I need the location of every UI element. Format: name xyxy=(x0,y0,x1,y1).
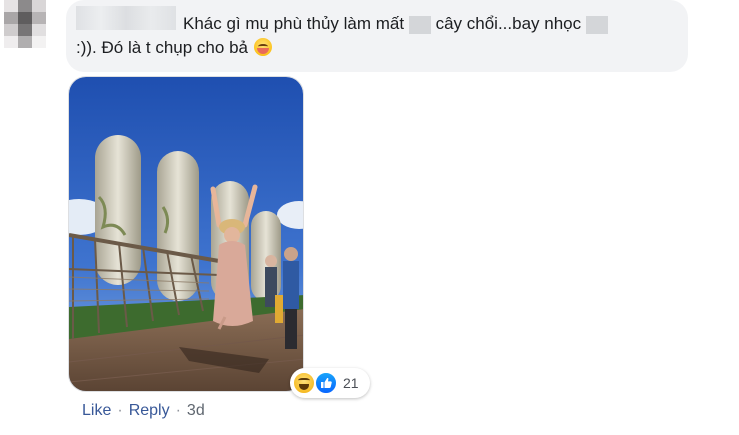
reactions-summary[interactable]: 21 xyxy=(290,368,370,398)
haha-reaction-icon xyxy=(293,372,315,394)
separator-dot-2: · xyxy=(175,402,181,419)
comment-timestamp[interactable]: 3d xyxy=(187,402,205,419)
redacted-word-2 xyxy=(585,15,608,34)
comment-text-part-b: cây chổi...bay nhọc xyxy=(435,14,582,33)
comment-text-part-c: :)). Đó là t chụp cho bả xyxy=(76,38,248,57)
comment-text-line-2: :)). Đó là t chụp cho bả xyxy=(76,37,272,59)
redacted-word xyxy=(408,15,431,34)
separator-dot: · xyxy=(117,402,123,419)
commenter-avatar-blurred[interactable] xyxy=(4,0,46,48)
comment-actions: Like · Reply · 3d xyxy=(82,402,205,420)
comment-text-line-1: Khác gì mụ phù thủy làm mất cây chổi...b… xyxy=(183,13,608,35)
comment-photo[interactable] xyxy=(68,76,304,392)
photo-golden-bridge-image xyxy=(69,77,303,391)
like-reaction-icon xyxy=(315,372,337,394)
reaction-count: 21 xyxy=(343,375,359,391)
like-link[interactable]: Like xyxy=(82,402,111,419)
commenter-name-redacted[interactable] xyxy=(76,6,176,30)
hugging-face-emoji-icon xyxy=(253,38,272,56)
comment-text-part-a: Khác gì mụ phù thủy làm mất xyxy=(183,14,405,33)
reply-link[interactable]: Reply xyxy=(129,402,170,419)
